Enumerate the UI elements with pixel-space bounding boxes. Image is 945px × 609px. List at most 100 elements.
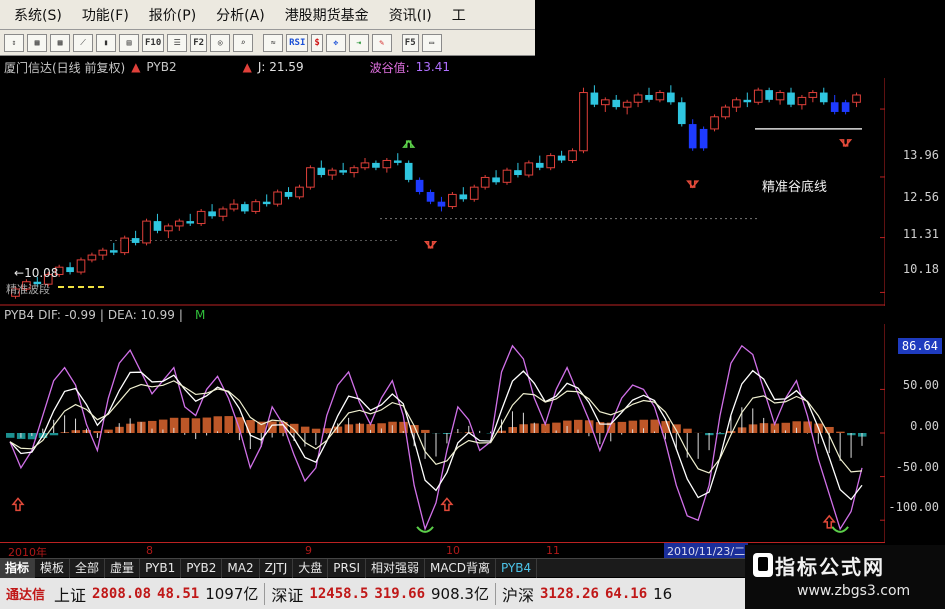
tab-9[interactable]: PRSI xyxy=(328,558,366,578)
wave-icon[interactable]: ≈ xyxy=(263,33,284,52)
index-name[interactable]: 上证 xyxy=(51,582,89,606)
candle-body xyxy=(208,211,216,217)
osc-axis-label: -50.00 xyxy=(895,460,939,474)
index-name[interactable]: 沪深 xyxy=(499,582,537,606)
candle-body xyxy=(153,221,162,231)
macd-area-bar xyxy=(180,417,190,433)
tab-6[interactable]: MA2 xyxy=(222,558,260,578)
tab-3[interactable]: 虚量 xyxy=(105,558,141,578)
candle-body xyxy=(174,220,184,227)
brand-label: 通达信 xyxy=(6,588,46,603)
candle-body xyxy=(797,96,807,106)
candle-body xyxy=(841,102,850,112)
menu-item[interactable]: 资讯(I) xyxy=(379,5,442,25)
price-chart[interactable] xyxy=(0,78,885,306)
menu-item[interactable]: 分析(A) xyxy=(206,5,275,25)
index-value: 2808.08 xyxy=(92,585,152,602)
osc-current-value: 86.64 xyxy=(897,338,942,354)
rsi-icon[interactable]: RSI xyxy=(286,33,309,52)
candle-body xyxy=(710,116,719,130)
index-volume: 908.3亿 xyxy=(431,585,489,603)
candle-body xyxy=(633,94,643,103)
tab-1[interactable]: 模板 xyxy=(35,558,71,578)
candle-body xyxy=(600,99,610,106)
candle-body xyxy=(327,169,337,176)
line-chart-icon[interactable]: ⟋ xyxy=(73,33,93,52)
f5-icon[interactable]: F5 xyxy=(401,33,419,52)
low-price-value: 10.08 xyxy=(24,266,59,280)
pencil-icon[interactable]: ✎ xyxy=(371,33,392,52)
menu-item[interactable]: 报价(P) xyxy=(139,5,206,25)
signal-arrow-icon xyxy=(423,241,438,249)
candle-body xyxy=(732,99,741,108)
signal-arrow-icon xyxy=(402,139,416,148)
menu-item[interactable]: 功能(F) xyxy=(72,5,139,25)
candle-body xyxy=(360,162,370,169)
menu-item[interactable]: 港股期货基金 xyxy=(275,5,379,25)
candle-body xyxy=(109,250,118,253)
osc-axis-label: 0.00 xyxy=(910,419,939,433)
pane-icon[interactable]: ▤ xyxy=(119,33,139,52)
index-ticker: 通达信 上证 2808.08 48.51 1097亿 深证 12458.5 319.66 90… xyxy=(0,578,750,609)
candle-body xyxy=(186,221,195,224)
osc-name[interactable]: PYB4 xyxy=(4,308,34,322)
scope-icon[interactable]: ◎ xyxy=(210,33,231,52)
macd-area-bar xyxy=(49,433,59,436)
candle-body xyxy=(753,89,763,103)
candle-body xyxy=(87,254,97,261)
candle-body xyxy=(273,191,282,205)
arrow-updown-icon[interactable]: ⇕ xyxy=(4,33,24,52)
buy-arrow-icon xyxy=(440,497,454,512)
export-icon[interactable]: ⇥ xyxy=(348,33,369,52)
candle-chart-icon[interactable]: ▮ xyxy=(96,33,116,52)
list-icon[interactable]: ☰ xyxy=(167,33,188,52)
macd-area-bar xyxy=(224,416,233,433)
tab-5[interactable]: PYB2 xyxy=(181,558,223,578)
indicator-name[interactable]: PYB2 xyxy=(146,60,176,74)
site-logo: 指标公式网 www.zbgs3.com xyxy=(745,545,945,609)
search-icon[interactable]: ⌕ xyxy=(233,33,254,52)
macd-area-bar xyxy=(202,417,212,433)
tab-11[interactable]: MACD背离 xyxy=(425,558,496,578)
macd-area-bar xyxy=(650,419,659,433)
indicator-tabs: 指标 模板 全部 虚量 PYB1 PYB2 MA2 ZJTJ 大盘 PRSI 相对强弱 MACD背离 P… xyxy=(0,558,760,578)
menu-item[interactable]: 系统(S) xyxy=(4,5,72,25)
oscillator-chart[interactable] xyxy=(0,324,885,542)
tab-4[interactable]: PYB1 xyxy=(140,558,182,578)
f10-icon[interactable]: F10 xyxy=(142,33,165,52)
window-icon[interactable]: ▭ xyxy=(421,33,442,52)
candle-body xyxy=(459,194,468,200)
up-arrow-icon: ▲ xyxy=(242,60,252,74)
tab-2[interactable]: 全部 xyxy=(70,558,106,578)
move-icon[interactable]: ✥ xyxy=(325,33,346,52)
index-change: 48.51 xyxy=(157,585,200,602)
menu-item[interactable]: 工 xyxy=(442,5,476,25)
tab-8[interactable]: 大盘 xyxy=(293,558,329,578)
grid-icon[interactable]: ▦ xyxy=(27,33,47,52)
index-change: 64.16 xyxy=(604,585,648,602)
m-label: M xyxy=(194,308,206,322)
candle-body xyxy=(437,201,446,207)
f2-icon[interactable]: F2 xyxy=(190,33,208,52)
grid-icon[interactable]: ▦ xyxy=(50,33,70,52)
price-axis-label: 12.56 xyxy=(902,190,939,204)
index-name[interactable]: 深证 xyxy=(268,582,306,606)
candle-body xyxy=(579,92,588,152)
candle-body xyxy=(339,170,347,173)
macd-area-bar xyxy=(213,416,223,433)
tab-0[interactable]: 指标 xyxy=(0,558,36,578)
candle-body xyxy=(120,237,130,254)
candle-body xyxy=(808,92,818,98)
tab-7[interactable]: ZJTJ xyxy=(260,558,294,578)
candle-body xyxy=(622,101,632,108)
tab-10[interactable]: 相对强弱 xyxy=(366,558,426,578)
macd-area-bar xyxy=(268,421,277,433)
stock-name[interactable]: 厦门信达(日线 前复权) xyxy=(4,59,125,76)
candle-body xyxy=(415,179,424,192)
candle-body xyxy=(76,259,86,273)
candle-body xyxy=(514,170,522,176)
dollar-icon[interactable]: $ xyxy=(311,33,323,52)
candle-body xyxy=(229,203,239,210)
price-info-line: 厦门信达(日线 前复权) ▲ PYB2 ▲ J: 21.59 波谷值: 13.4… xyxy=(4,58,450,76)
tab-12[interactable]: PYB4 xyxy=(496,558,538,578)
